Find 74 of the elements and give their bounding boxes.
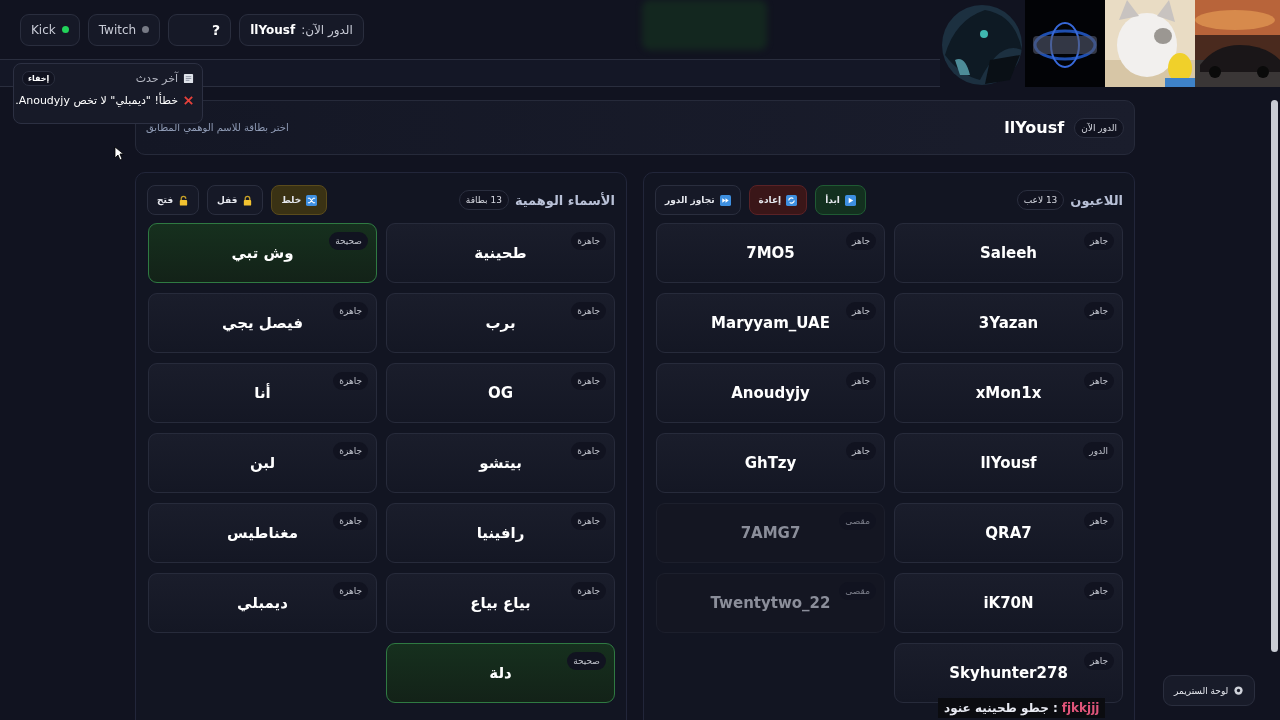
status-badge: جاهز	[845, 232, 876, 250]
status-badge: جاهزة	[571, 302, 606, 320]
status-badge: جاهزة	[571, 512, 606, 530]
hint-text: اختر بطاقة للاسم الوهمي المطابق	[146, 122, 289, 133]
name-card[interactable]: جاهزة بياع بياع	[386, 573, 615, 633]
status-badge: جاهزة	[333, 302, 368, 320]
name-card[interactable]: جاهزة طحينية	[386, 223, 615, 283]
play-icon	[844, 194, 856, 206]
status-badge: جاهز	[845, 442, 876, 460]
name-card[interactable]: جاهزة لبن	[148, 433, 377, 493]
count-badge: 13 بطاقة	[458, 190, 509, 210]
unlock-button[interactable]: فتح	[147, 185, 200, 215]
platform-name: Kick	[31, 22, 56, 37]
unlock-icon	[178, 194, 190, 206]
shuffle-icon	[306, 194, 318, 206]
status-badge: جاهزة	[333, 372, 368, 390]
status-badge: جاهز	[1083, 652, 1114, 670]
chat-text: جطو طحينيه عنود	[944, 701, 1049, 715]
status-badge: جاهز	[1083, 302, 1114, 320]
document-icon	[183, 73, 194, 84]
status-badge: الدور	[1083, 442, 1114, 460]
toast-message: خطأ! "ديمبلي" لا تخص Anoudyjy.	[15, 94, 178, 107]
platform-status[interactable]: Twitch	[87, 13, 161, 46]
chat-username: fjkkjjj	[1061, 701, 1100, 715]
status-badge: جاهز	[1083, 512, 1114, 530]
name-card[interactable]: جاهزة برب	[386, 293, 615, 353]
status-badge: جاهزة	[571, 582, 606, 600]
hide-button[interactable]: إخفاء	[22, 71, 56, 86]
name-card[interactable]: جاهزة أنا	[148, 363, 377, 423]
name-card[interactable]: جاهزة بيتشو	[386, 433, 615, 493]
close-icon	[183, 95, 194, 106]
status-badge: صحيحة	[329, 232, 368, 250]
name-card[interactable]: جاهزة ديمبلي	[148, 573, 377, 633]
panel-title: الأسماء الوهمية	[514, 192, 615, 208]
status-badge: جاهزة	[333, 512, 368, 530]
toast-title: آخر حدث	[135, 72, 178, 85]
fast-forward-icon	[719, 194, 731, 206]
chat-separator: :	[1052, 701, 1058, 715]
name-card[interactable]: جاهزة مغناطيس	[148, 503, 377, 563]
current-player: llYousf	[1004, 118, 1065, 137]
status-badge: مقصى	[839, 582, 876, 600]
gear-icon	[1233, 685, 1245, 696]
count-badge: 13 لاعب	[1016, 190, 1065, 210]
status-badge: جاهز	[845, 302, 876, 320]
lock-icon	[242, 194, 254, 206]
status-badge: جاهز	[845, 372, 876, 390]
shuffle-button[interactable]: خلط	[271, 185, 328, 215]
status-badge: جاهز	[1083, 232, 1114, 250]
help-button[interactable]: ?	[168, 13, 232, 46]
name-card[interactable]: صحيحة دلة	[386, 643, 615, 703]
status-badge: جاهزة	[333, 442, 368, 460]
status-badge: جاهزة	[571, 372, 606, 390]
panel-title: اللاعبون	[1070, 192, 1123, 208]
name-card[interactable]: جاهزة رافينيا	[386, 503, 615, 563]
status-badge: جاهزة	[571, 442, 606, 460]
start-button[interactable]: ابدأ	[815, 185, 866, 215]
turn-badge: الدور الآن	[1074, 117, 1124, 138]
status-badge: مقصى	[839, 512, 876, 530]
status-badge: جاهزة	[333, 582, 368, 600]
streamer-panel-button[interactable]: لوحة الستريمر	[1163, 675, 1256, 706]
status-badge: صحيحة	[567, 652, 606, 670]
name-card[interactable]: جاهزة فيصل يجي	[148, 293, 377, 353]
scrollbar-thumb[interactable]	[1271, 100, 1278, 652]
lock-button[interactable]: قفل	[207, 185, 264, 215]
platform-status[interactable]: Kick	[20, 13, 80, 46]
cursor-icon	[114, 146, 124, 161]
platform-name: Twitch	[98, 22, 137, 37]
name-card[interactable]: صحيحة وش تبي	[148, 223, 377, 283]
status-badge: جاهز	[1083, 372, 1114, 390]
reset-button[interactable]: إعادة	[748, 185, 808, 215]
status-badge: جاهزة	[571, 232, 606, 250]
status-badge: جاهز	[1083, 582, 1114, 600]
skip-button[interactable]: تجاوز الدور	[655, 185, 741, 215]
refresh-icon	[786, 194, 798, 206]
